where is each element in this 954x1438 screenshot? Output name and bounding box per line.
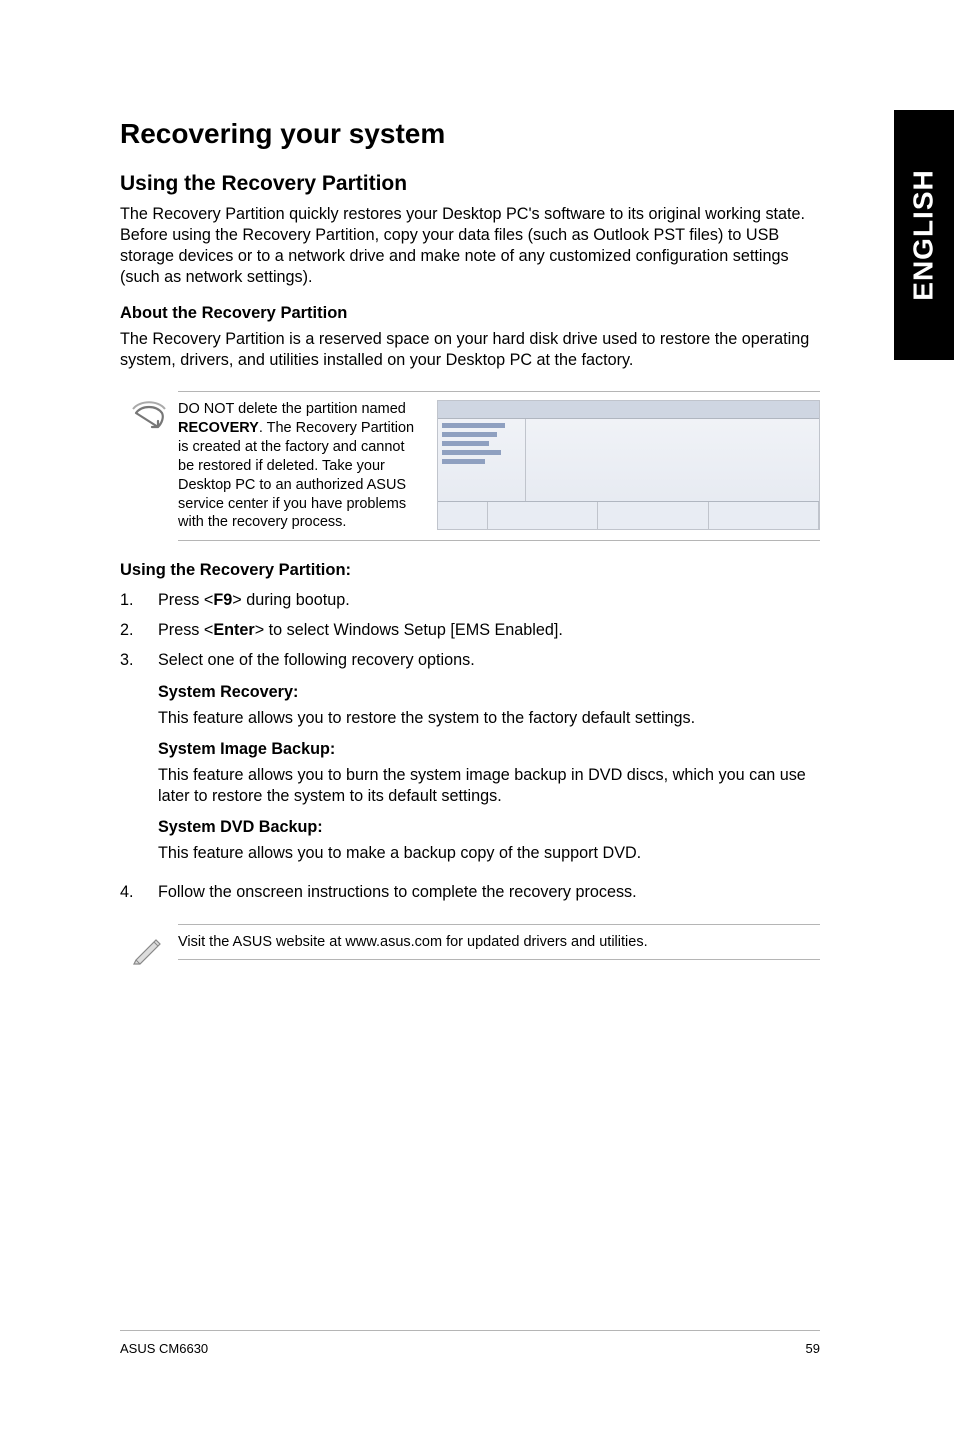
- step-text-pre: Press <: [158, 621, 213, 639]
- about-paragraph: The Recovery Partition is a reserved spa…: [120, 329, 820, 371]
- step-text: Select one of the following recovery opt…: [158, 650, 820, 672]
- warning-icon: [120, 391, 178, 439]
- intro-paragraph: The Recovery Partition quickly restores …: [120, 204, 820, 288]
- footer-model: ASUS CM6630: [120, 1341, 208, 1356]
- step-text-post: > during bootup.: [232, 591, 349, 609]
- option-heading: System DVD Backup:: [158, 817, 820, 839]
- warning-pre: DO NOT delete the partition named: [178, 401, 406, 417]
- step-number: 1.: [120, 590, 158, 612]
- option-heading: System Recovery:: [158, 682, 820, 704]
- info-text: Visit the ASUS website at www.asus.com f…: [178, 933, 648, 952]
- footer-page-number: 59: [806, 1341, 820, 1356]
- option-text: This feature allows you to restore the s…: [158, 708, 820, 729]
- step-text-pre: Press <: [158, 591, 213, 609]
- step-body: Follow the onscreen instructions to comp…: [158, 882, 820, 904]
- info-note: Visit the ASUS website at www.asus.com f…: [120, 924, 820, 968]
- step-number: 3.: [120, 650, 158, 874]
- language-label: ENGLISH: [908, 169, 940, 300]
- step-item: 1. Press <F9> during bootup.: [120, 590, 820, 612]
- step-number: 4.: [120, 882, 158, 904]
- using-heading: Using the Recovery Partition:: [120, 561, 820, 580]
- step-item: 4. Follow the onscreen instructions to c…: [120, 882, 820, 904]
- option-block: System DVD Backup: This feature allows y…: [158, 817, 820, 864]
- steps-list: 1. Press <F9> during bootup. 2. Press <E…: [120, 590, 820, 903]
- pencil-icon: [120, 924, 178, 968]
- step-text-bold: Enter: [213, 621, 254, 639]
- section-heading: Using the Recovery Partition: [120, 172, 820, 196]
- warning-text: DO NOT delete the partition named RECOVE…: [178, 400, 423, 532]
- step-item: 3. Select one of the following recovery …: [120, 650, 820, 874]
- option-text: This feature allows you to burn the syst…: [158, 765, 820, 807]
- disk-management-screenshot: [437, 400, 820, 530]
- option-block: System Recovery: This feature allows you…: [158, 682, 820, 729]
- page-footer: ASUS CM6630 59: [120, 1330, 820, 1356]
- option-heading: System Image Backup:: [158, 739, 820, 761]
- page-content: Recovering your system Using the Recover…: [120, 118, 820, 988]
- step-text-post: > to select Windows Setup [EMS Enabled].: [255, 621, 563, 639]
- step-body: Select one of the following recovery opt…: [158, 650, 820, 874]
- step-number: 2.: [120, 620, 158, 642]
- step-text-bold: F9: [213, 591, 232, 609]
- page-title: Recovering your system: [120, 118, 820, 150]
- step-body: Press <Enter> to select Windows Setup [E…: [158, 620, 820, 642]
- about-heading: About the Recovery Partition: [120, 304, 820, 323]
- warning-post: . The Recovery Partition is created at t…: [178, 420, 414, 530]
- option-text: This feature allows you to make a backup…: [158, 843, 820, 864]
- language-tab: ENGLISH: [894, 110, 954, 360]
- warning-bold: RECOVERY: [178, 420, 259, 436]
- step-body: Press <F9> during bootup.: [158, 590, 820, 612]
- step-item: 2. Press <Enter> to select Windows Setup…: [120, 620, 820, 642]
- option-block: System Image Backup: This feature allows…: [158, 739, 820, 807]
- warning-note: DO NOT delete the partition named RECOVE…: [120, 391, 820, 541]
